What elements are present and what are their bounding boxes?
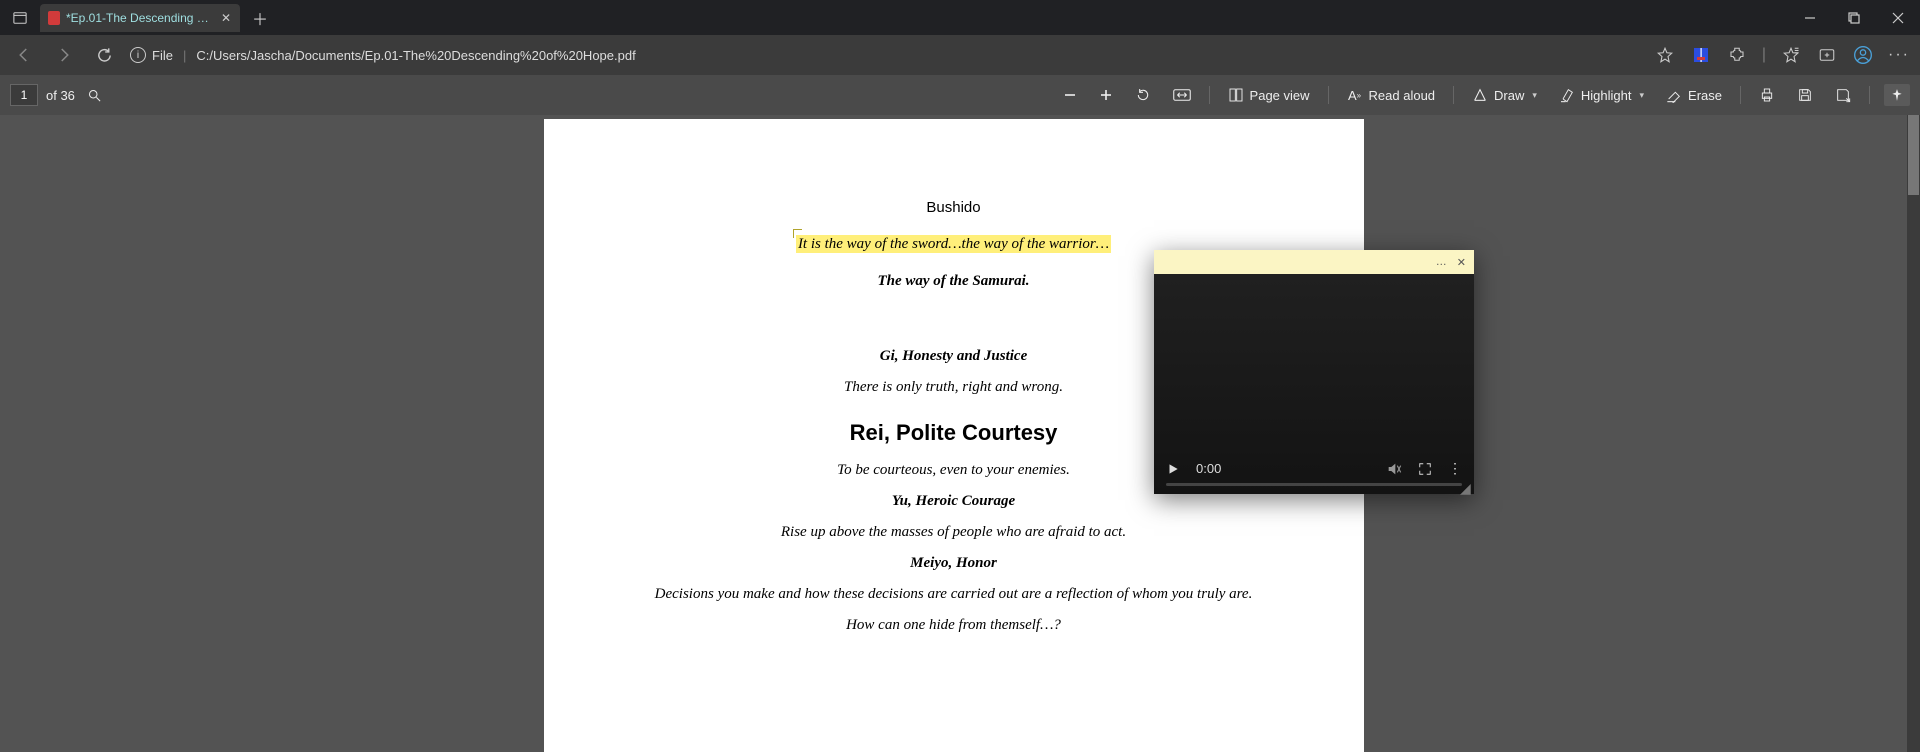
media-time: 0:00	[1196, 461, 1221, 476]
extension-button-1[interactable]	[1690, 44, 1712, 66]
scrollbar-thumb[interactable]	[1908, 115, 1919, 195]
doc-title: Bushido	[614, 199, 1294, 216]
address-bar: i File | C:/Users/Jascha/Documents/Ep.01…	[0, 35, 1920, 75]
read-aloud-button[interactable]: A» Read aloud	[1343, 87, 1440, 103]
resize-handle-icon[interactable]: ◢	[1460, 480, 1476, 496]
close-window-button[interactable]	[1876, 0, 1920, 35]
zoom-out-button[interactable]	[1059, 88, 1081, 102]
play-button[interactable]	[1166, 462, 1180, 476]
save-button[interactable]	[1793, 87, 1817, 103]
collections-button[interactable]	[1816, 44, 1838, 66]
extensions-button[interactable]	[1726, 44, 1748, 66]
tab-title: *Ep.01-The Descending of Hope	[66, 11, 214, 25]
window-titlebar: *Ep.01-The Descending of Hope ✕ ＋	[0, 0, 1920, 35]
url-path: C:/Users/Jascha/Documents/Ep.01-The%20De…	[196, 48, 635, 63]
url-field[interactable]: i File | C:/Users/Jascha/Documents/Ep.01…	[130, 47, 1642, 63]
maximize-button[interactable]	[1832, 0, 1876, 35]
highlight-button[interactable]: Highlight ▾	[1555, 87, 1648, 103]
page-view-label: Page view	[1250, 88, 1310, 103]
pdf-viewport[interactable]: Bushido It is the way of the sword…the w…	[0, 115, 1907, 752]
tab-actions-button[interactable]	[0, 0, 40, 35]
new-tab-button[interactable]: ＋	[246, 4, 274, 32]
zoom-in-button[interactable]	[1095, 88, 1117, 102]
tab-close-button[interactable]: ✕	[220, 11, 232, 25]
url-scheme: File	[152, 48, 173, 63]
address-bar-actions: | ···	[1654, 44, 1910, 66]
fullscreen-button[interactable]	[1418, 462, 1432, 476]
favorite-button[interactable]	[1654, 44, 1676, 66]
fit-page-button[interactable]	[1169, 88, 1195, 102]
page-number-input[interactable]	[10, 84, 38, 106]
site-info-icon[interactable]: i	[130, 47, 146, 63]
favorites-list-button[interactable]	[1780, 44, 1802, 66]
page-total-label: of 36	[46, 88, 75, 103]
draw-button[interactable]: Draw ▾	[1468, 87, 1541, 103]
media-controls: 0:00 ⋮	[1154, 444, 1474, 494]
window-controls	[1788, 0, 1920, 35]
annotation-close-button[interactable]: ✕	[1457, 256, 1466, 269]
rotate-button[interactable]	[1131, 87, 1155, 103]
find-button[interactable]	[83, 88, 106, 103]
highlighted-line: It is the way of the sword…the way of th…	[796, 235, 1111, 253]
print-button[interactable]	[1755, 87, 1779, 103]
draw-label: Draw	[1494, 88, 1524, 103]
settings-menu-button[interactable]: ···	[1888, 44, 1910, 66]
body-meiyo: Decisions you make and how these decisio…	[614, 586, 1294, 603]
save-as-button[interactable]	[1831, 87, 1855, 103]
back-button[interactable]	[10, 41, 38, 69]
profile-button[interactable]	[1852, 44, 1874, 66]
body-meiyo-2: How can one hide from themself…?	[614, 617, 1294, 634]
annotation-header: … ✕	[1154, 250, 1474, 274]
heading-meiyo: Meiyo, Honor	[614, 555, 1294, 572]
read-aloud-label: Read aloud	[1369, 88, 1436, 103]
annotation-more-button[interactable]: …	[1436, 256, 1447, 268]
vertical-scrollbar[interactable]	[1907, 115, 1920, 752]
annotation-popup[interactable]: … ✕ 0:00 ⋮ ◢	[1154, 250, 1474, 494]
tab-strip: *Ep.01-The Descending of Hope ✕ ＋	[0, 0, 274, 35]
pin-toolbar-button[interactable]	[1884, 84, 1910, 106]
chevron-down-icon: ▾	[1532, 90, 1537, 101]
body-yu: Rise up above the masses of people who a…	[614, 524, 1294, 541]
pdf-file-icon	[48, 11, 60, 25]
page-view-button[interactable]: Page view	[1224, 87, 1314, 103]
media-progress[interactable]	[1166, 483, 1462, 486]
chevron-down-icon: ▾	[1640, 90, 1645, 101]
browser-tab[interactable]: *Ep.01-The Descending of Hope ✕	[40, 4, 240, 32]
highlight-label: Highlight	[1581, 88, 1632, 103]
minimize-button[interactable]	[1788, 0, 1832, 35]
erase-label: Erase	[1688, 88, 1722, 103]
refresh-button[interactable]	[90, 41, 118, 69]
pdf-toolbar: of 36 Page view A» Read aloud Draw ▾ Hig…	[0, 75, 1920, 115]
media-more-button[interactable]: ⋮	[1448, 460, 1462, 477]
forward-button[interactable]	[50, 41, 78, 69]
erase-button[interactable]: Erase	[1662, 87, 1726, 103]
media-body: 0:00 ⋮	[1154, 274, 1474, 494]
heading-yu: Yu, Heroic Courage	[614, 493, 1294, 510]
volume-button[interactable]	[1386, 461, 1402, 477]
